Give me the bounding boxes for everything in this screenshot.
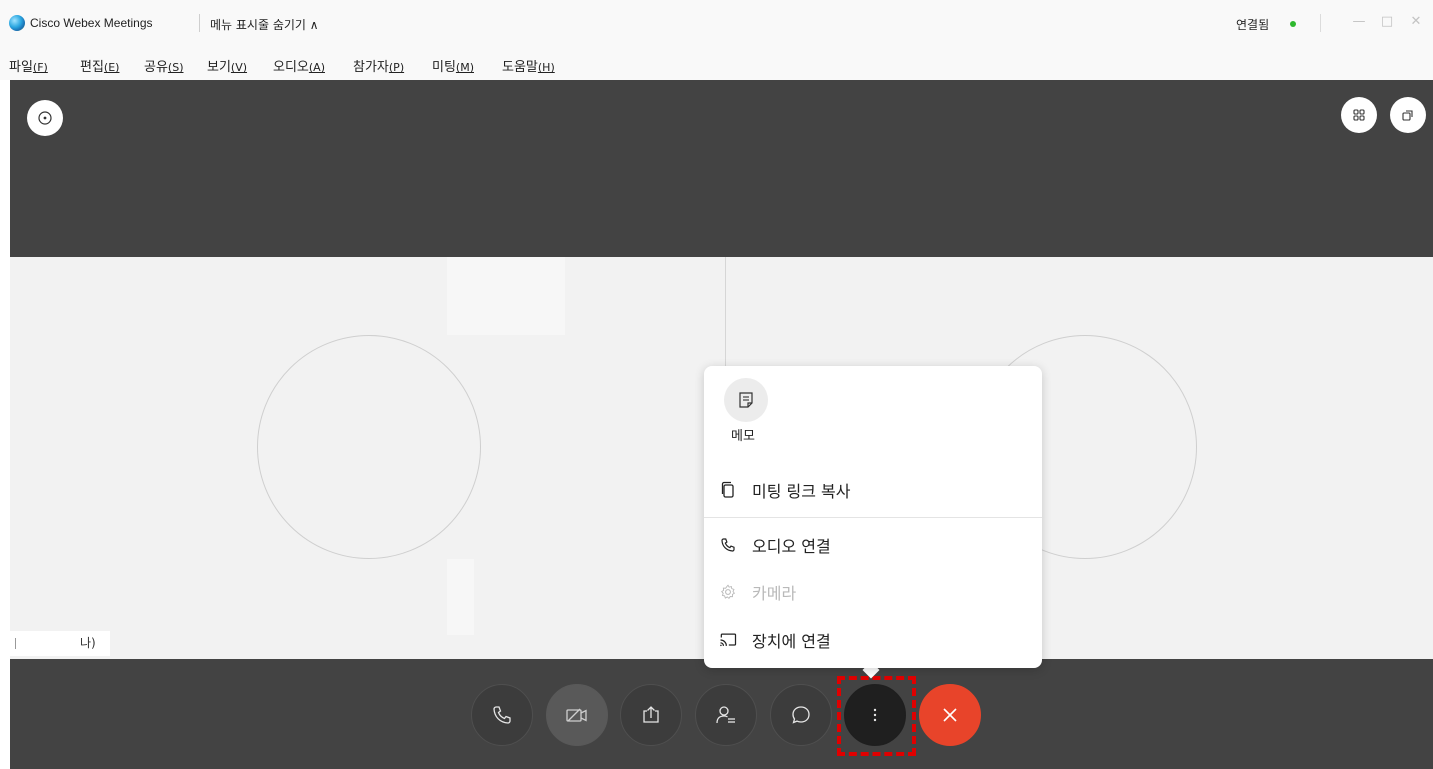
video-button[interactable] [546,684,608,746]
webex-logo-icon [9,15,25,31]
highlight-box [837,676,916,756]
menu-share[interactable]: 공유(S) [144,56,184,75]
hide-menubar-toggle[interactable]: 메뉴 표시줄 숨기기 ∧ [210,16,319,33]
gear-icon [718,582,738,602]
copy-meeting-link-label: 미팅 링크 복사 [752,482,851,501]
minimize-button[interactable]: — [1350,13,1368,31]
share-icon [643,706,659,723]
menu-edit[interactable]: 편집(E) [80,56,119,75]
end-meeting-button[interactable] [919,684,981,746]
redacted-block [447,257,565,335]
participant-video-left: 나) [10,257,725,659]
memo-label: 메모 [731,429,755,444]
audio-button[interactable] [471,684,533,746]
participants-button[interactable] [695,684,757,746]
menu-file[interactable]: 파일(F) [9,56,48,75]
title-bar: Cisco Webex Meetings 메뉴 표시줄 숨기기 ∧ 연결됨 — … [0,0,1433,46]
close-window-button[interactable]: ✕ [1407,13,1425,31]
window-controls-separator [1320,14,1321,32]
connect-audio-item[interactable]: 오디오 연결 [704,525,1042,565]
menu-audio[interactable]: 오디오(A) [273,56,325,75]
participant-name: 나) [80,636,96,650]
camera-item: 카메라 [704,572,1042,612]
popout-window-button[interactable] [1390,97,1426,133]
participant-avatar [257,335,481,559]
menu-bar: 파일(F) 편집(E) 공유(S) 보기(V) 오디오(A) 참가자(P) 미팅… [0,46,1433,80]
phone-icon [718,535,738,555]
menu-meeting[interactable]: 미팅(M) [432,56,474,75]
participant-name-tag: 나) [10,631,110,656]
note-icon [739,392,753,408]
info-icon [38,111,52,125]
menu-help[interactable]: 도움말(H) [502,56,555,75]
participants-icon [716,706,735,724]
title-separator [199,14,200,32]
connection-status-dot [1290,21,1296,27]
cast-icon [718,630,738,650]
copy-icon [718,480,738,500]
chat-icon [792,706,810,724]
meeting-stage: 나) 메모 미팅 링크 복사 오디오 연결 카메라 장치에 연결 [10,80,1433,769]
menu-divider [704,517,1042,518]
copy-meeting-link-item[interactable]: 미팅 링크 복사 [704,470,1042,510]
share-button[interactable] [620,684,682,746]
menu-view[interactable]: 보기(V) [207,56,247,75]
memo-button[interactable] [724,378,768,422]
grid-icon [1353,109,1365,121]
redacted-block [447,559,474,635]
menu-participants[interactable]: 참가자(P) [353,56,404,75]
connect-device-label: 장치에 연결 [752,632,831,651]
name-tag-marker [15,638,16,649]
popout-icon [1402,110,1413,121]
meeting-info-button[interactable] [27,100,63,136]
chat-button[interactable] [770,684,832,746]
video-off-icon [566,708,587,722]
app-title: Cisco Webex Meetings [30,16,153,30]
camera-label: 카메라 [752,584,797,603]
connection-status: 연결됨 [1236,18,1270,32]
connect-audio-label: 오디오 연결 [752,537,831,556]
connect-device-item[interactable]: 장치에 연결 [704,620,1042,660]
more-options-menu: 메모 미팅 링크 복사 오디오 연결 카메라 장치에 연결 [704,366,1042,668]
phone-icon [493,706,511,724]
maximize-button[interactable]: □ [1378,13,1396,31]
layout-grid-button[interactable] [1341,97,1377,133]
end-call-icon [943,708,957,722]
